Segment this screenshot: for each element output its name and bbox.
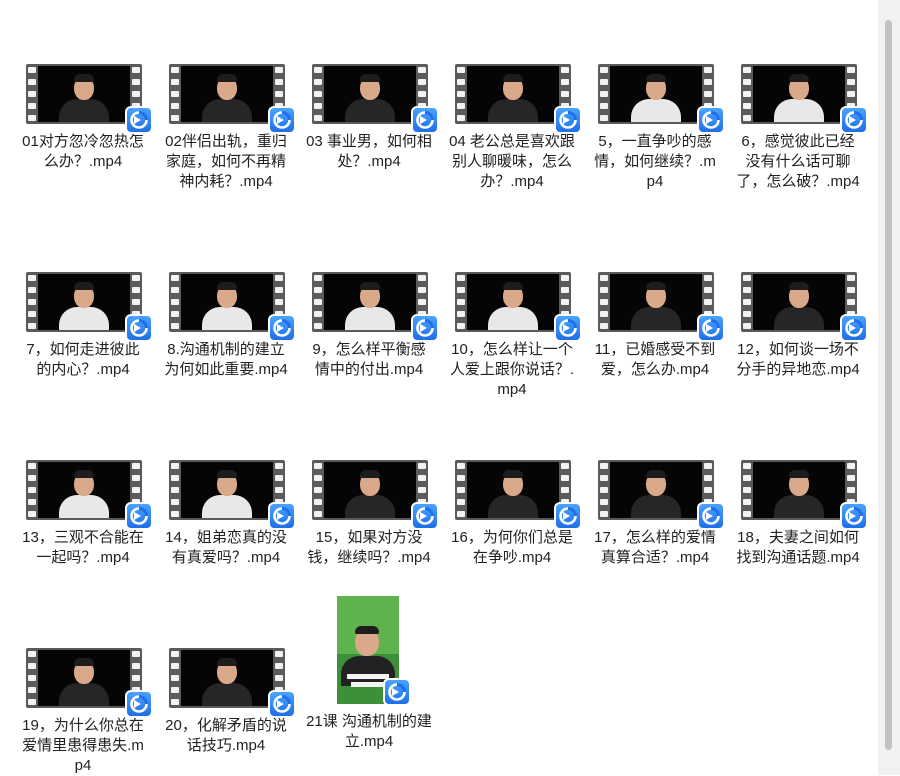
video-player-icon	[411, 314, 439, 342]
file-name: 10，怎么样让一个人爱上跟你说话？.mp4	[449, 341, 575, 398]
file-name: 5，一直争吵的感情，如何继续？.mp4	[594, 133, 716, 190]
video-thumbnail	[444, 62, 582, 134]
file-item[interactable]: 17，怎么样的爱情真算合适？.mp4	[587, 458, 725, 568]
video-thumbnail	[15, 646, 153, 718]
file-item[interactable]: 19，为什么你总在爱情里患得患失.mp4	[15, 646, 153, 776]
file-item[interactable]: 6，感觉彼此已经没有什么话可聊了，怎么破？.mp4	[730, 62, 868, 192]
file-name: 04 老公总是喜欢跟别人聊暖味，怎么办？.mp4	[449, 133, 575, 190]
video-player-icon	[411, 502, 439, 530]
file-item[interactable]: 5，一直争吵的感情，如何继续？.mp4	[587, 62, 725, 192]
video-thumbnail	[158, 62, 296, 134]
video-player-icon	[383, 678, 411, 706]
file-item[interactable]: 12，如何谈一场不分手的异地恋.mp4	[730, 270, 868, 380]
file-name: 15，如果对方没钱，继续吗？.mp4	[307, 529, 431, 566]
file-name: 17，怎么样的爱情真算合适？.mp4	[594, 529, 716, 566]
vertical-scrollbar[interactable]	[878, 0, 900, 775]
file-item[interactable]: 11，已婚感受不到爱，怎么办.mp4	[587, 270, 725, 380]
file-name: 11，已婚感受不到爱，怎么办.mp4	[594, 341, 716, 378]
video-thumbnail	[301, 596, 437, 708]
file-name: 03 事业男，如何相处？.mp4	[306, 133, 432, 170]
video-thumbnail	[15, 458, 153, 530]
video-player-icon	[125, 690, 153, 718]
video-player-icon	[125, 502, 153, 530]
video-thumbnail	[301, 62, 439, 134]
file-name: 01对方忽冷忽热怎么办？.mp4	[22, 133, 144, 170]
video-player-icon	[554, 106, 582, 134]
video-thumbnail	[158, 646, 296, 718]
video-thumbnail	[444, 458, 582, 530]
file-name: 13，三观不合能在一起吗？.mp4	[22, 529, 144, 566]
video-player-icon	[268, 106, 296, 134]
file-name: 14，姐弟恋真的没有真爱吗？.mp4	[165, 529, 287, 566]
video-player-icon	[697, 314, 725, 342]
file-item[interactable]: 7，如何走进彼此的内心？.mp4	[15, 270, 153, 380]
scrollbar-thumb[interactable]	[885, 20, 892, 750]
file-item[interactable]: 18，夫妻之间如何找到沟通话题.mp4	[730, 458, 868, 568]
video-player-icon	[411, 106, 439, 134]
file-item[interactable]: 14，姐弟恋真的没有真爱吗？.mp4	[158, 458, 296, 568]
video-player-icon	[268, 690, 296, 718]
file-name: 7，如何走进彼此的内心？.mp4	[26, 341, 140, 378]
video-player-icon	[697, 502, 725, 530]
video-thumbnail	[587, 62, 725, 134]
file-item[interactable]: 13，三观不合能在一起吗？.mp4	[15, 458, 153, 568]
file-name: 21课 沟通机制的建立.mp4	[306, 713, 432, 750]
file-name: 6，感觉彼此已经没有什么话可聊了，怎么破？.mp4	[736, 133, 860, 190]
file-name: 12，如何谈一场不分手的异地恋.mp4	[736, 341, 860, 378]
file-name: 02伴侣出轨，重归家庭，如何不再精神内耗？.mp4	[165, 133, 287, 190]
file-name: 19，为什么你总在爱情里患得患失.mp4	[22, 717, 144, 774]
video-thumbnail	[730, 270, 868, 342]
file-name: 16，为何你们总是在争吵.mp4	[451, 529, 573, 566]
video-player-icon	[554, 502, 582, 530]
video-thumbnail	[15, 270, 153, 342]
file-item[interactable]: 16，为何你们总是在争吵.mp4	[444, 458, 582, 568]
file-item[interactable]: 01对方忽冷忽热怎么办？.mp4	[15, 62, 153, 172]
video-thumbnail	[158, 458, 296, 530]
file-item[interactable]: 10，怎么样让一个人爱上跟你说话？.mp4	[444, 270, 582, 400]
file-name: 8.沟通机制的建立为何如此重要.mp4	[164, 341, 288, 378]
file-item[interactable]: 9，怎么样平衡感情中的付出.mp4	[301, 270, 439, 380]
file-item[interactable]: 21课 沟通机制的建立.mp4	[301, 596, 437, 752]
file-grid: 01对方忽冷忽热怎么办？.mp4 02伴侣出轨，重归家庭，如何不再精神内耗？.m…	[0, 0, 878, 775]
video-thumbnail	[730, 62, 868, 134]
video-player-icon	[268, 314, 296, 342]
video-thumbnail	[158, 270, 296, 342]
video-player-icon	[840, 106, 868, 134]
video-thumbnail	[444, 270, 582, 342]
video-thumbnail	[730, 458, 868, 530]
file-item[interactable]: 8.沟通机制的建立为何如此重要.mp4	[158, 270, 296, 380]
video-player-icon	[697, 106, 725, 134]
video-player-icon	[125, 314, 153, 342]
file-item[interactable]: 04 老公总是喜欢跟别人聊暖味，怎么办？.mp4	[444, 62, 582, 192]
video-player-icon	[554, 314, 582, 342]
file-name: 9，怎么样平衡感情中的付出.mp4	[312, 341, 426, 378]
video-player-icon	[840, 502, 868, 530]
file-item[interactable]: 15，如果对方没钱，继续吗？.mp4	[301, 458, 439, 568]
file-name: 18，夫妻之间如何找到沟通话题.mp4	[736, 529, 860, 566]
file-item[interactable]: 20，化解矛盾的说话技巧.mp4	[158, 646, 296, 756]
video-player-icon	[840, 314, 868, 342]
file-item[interactable]: 03 事业男，如何相处？.mp4	[301, 62, 439, 172]
video-player-icon	[125, 106, 153, 134]
file-item[interactable]: 02伴侣出轨，重归家庭，如何不再精神内耗？.mp4	[158, 62, 296, 192]
file-name: 20，化解矛盾的说话技巧.mp4	[165, 717, 287, 754]
video-thumbnail	[301, 458, 439, 530]
video-thumbnail	[15, 62, 153, 134]
video-player-icon	[268, 502, 296, 530]
video-thumbnail	[587, 270, 725, 342]
video-thumbnail	[587, 458, 725, 530]
video-thumbnail	[301, 270, 439, 342]
